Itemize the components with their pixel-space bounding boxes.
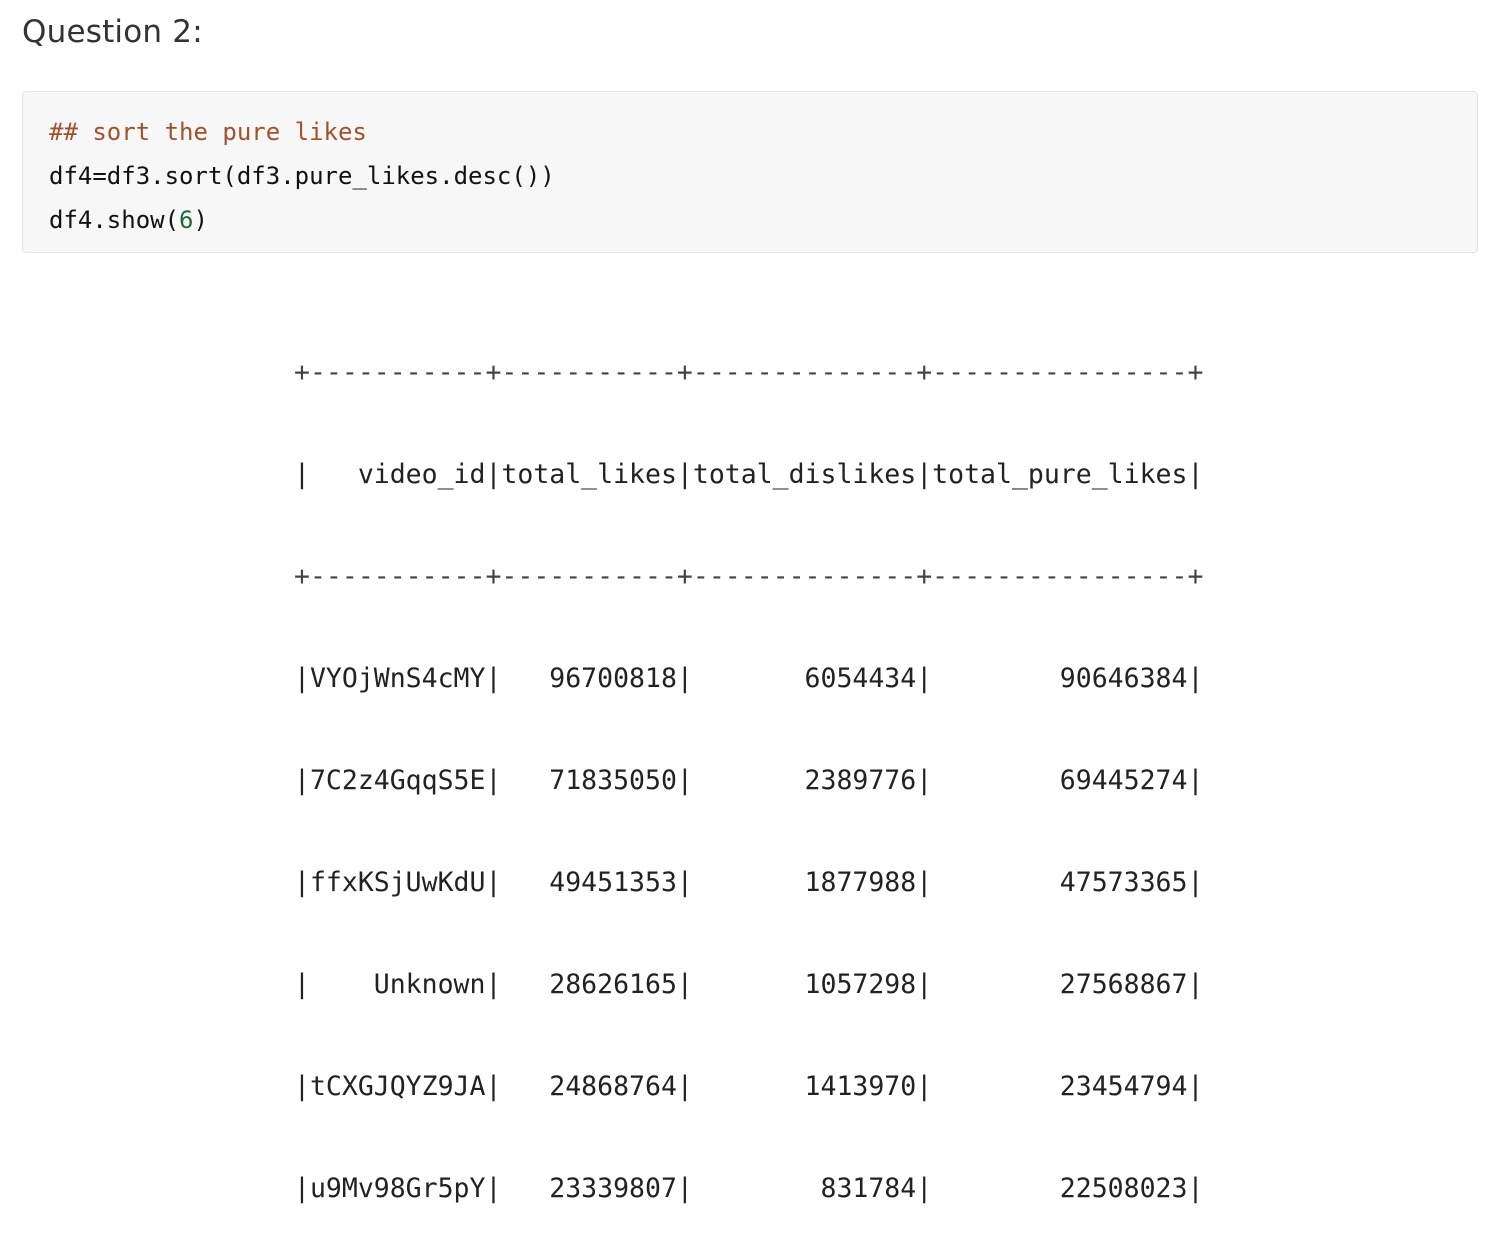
code-show-prefix: df4.show( (49, 206, 180, 234)
code-show-suffix: ) (193, 206, 208, 234)
table-border-top: +-----------+-----------+--------------+… (294, 357, 1204, 388)
code-comment: ## sort the pure likes (49, 118, 367, 146)
code-show-arg: 6 (179, 206, 194, 234)
table-border-mid: +-----------+-----------+--------------+… (294, 561, 1204, 592)
table-row: |ffxKSjUwKdU| 49451353| 1877988| 4757336… (294, 867, 1204, 898)
output-table: +-----------+-----------+--------------+… (294, 288, 1203, 1240)
code-comment-line: ## sort the pure likes (49, 117, 367, 147)
table-row: | Unknown| 28626165| 1057298| 27568867| (294, 969, 1204, 1000)
table-row: |tCXGJQYZ9JA| 24868764| 1413970| 2345479… (294, 1071, 1204, 1102)
table-row: |7C2z4GqqS5E| 71835050| 2389776| 6944527… (294, 765, 1204, 796)
table-header-row: | video_id|total_likes|total_dislikes|to… (294, 459, 1204, 490)
code-sort-line: df4=df3.sort(df3.pure_likes.desc()) (49, 162, 555, 190)
code-cell[interactable]: ## sort the pure likes df4=df3.sort(df3.… (22, 91, 1478, 253)
question-heading: Question 2: (22, 14, 203, 50)
code-show-line: df4.show(6) (49, 205, 208, 235)
table-row: |u9Mv98Gr5pY| 23339807| 831784| 22508023… (294, 1173, 1204, 1204)
table-row: |VYOjWnS4cMY| 96700818| 6054434| 9064638… (294, 663, 1204, 694)
